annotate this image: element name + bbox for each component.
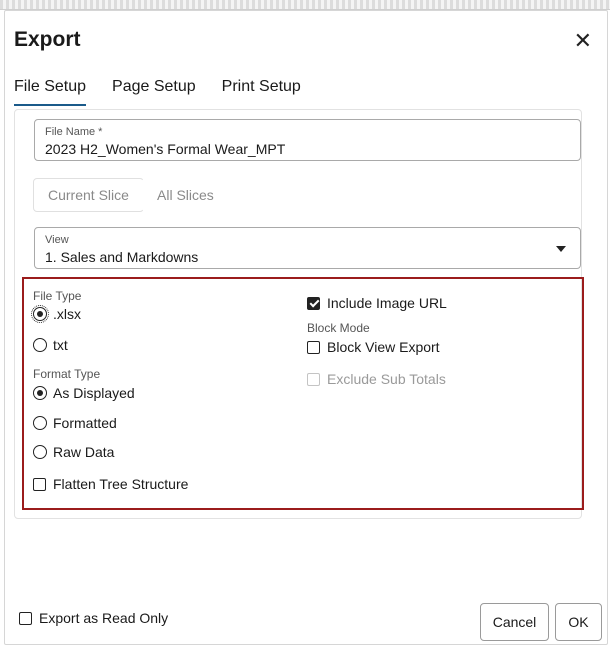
close-icon[interactable]: ✕	[574, 30, 592, 52]
exclude-sub-totals-label: Exclude Sub Totals	[327, 371, 446, 387]
format-formatted-option[interactable]: Formatted	[33, 415, 117, 431]
file-name-value: 2023 H2_Women's Formal Wear_MPT	[45, 141, 286, 157]
export-read-only-checkbox[interactable]: Export as Read Only	[19, 610, 168, 626]
file-name-label: File Name *	[45, 126, 103, 138]
chevron-down-icon	[556, 246, 566, 252]
radio-selected-icon[interactable]	[33, 386, 47, 400]
checkbox-empty-icon[interactable]	[19, 611, 32, 625]
exclude-sub-totals-checkbox: Exclude Sub Totals	[307, 371, 446, 387]
xlsx-label: .xlsx	[53, 306, 81, 322]
format-raw-data-option[interactable]: Raw Data	[33, 444, 114, 460]
view-label: View	[45, 234, 69, 246]
file-type-txt-option[interactable]: txt	[33, 337, 68, 353]
export-read-only-label: Export as Read Only	[39, 610, 169, 626]
checkbox-checked-icon[interactable]	[307, 296, 320, 310]
radio-empty-icon[interactable]	[33, 445, 47, 459]
include-image-url-checkbox[interactable]: Include Image URL	[307, 295, 447, 311]
tab-page-setup[interactable]: Page Setup	[112, 68, 196, 106]
radio-selected-icon[interactable]	[31, 305, 49, 323]
raw-data-label: Raw Data	[53, 444, 115, 460]
block-mode-label: Block Mode	[307, 321, 370, 335]
tab-print-setup[interactable]: Print Setup	[222, 68, 301, 106]
flatten-tree-checkbox[interactable]: Flatten Tree Structure	[33, 476, 188, 492]
txt-label: txt	[53, 337, 68, 353]
include-image-url-label: Include Image URL	[327, 295, 447, 311]
tab-bar: File Setup Page Setup Print Setup	[14, 68, 327, 106]
block-view-export-label: Block View Export	[327, 339, 440, 355]
background-strip	[0, 0, 610, 10]
file-type-xlsx-option[interactable]: .xlsx	[31, 305, 81, 323]
format-as-displayed-option[interactable]: As Displayed	[33, 385, 135, 401]
as-displayed-label: As Displayed	[53, 385, 135, 401]
checkbox-disabled-icon	[307, 372, 320, 386]
block-view-export-checkbox[interactable]: Block View Export	[307, 339, 440, 355]
all-slices-button[interactable]: All Slices	[142, 178, 229, 212]
file-type-label: File Type	[33, 289, 82, 303]
checkbox-empty-icon[interactable]	[33, 477, 46, 491]
format-type-label: Format Type	[33, 367, 101, 381]
dialog-title: Export	[14, 28, 81, 51]
file-name-field[interactable]: File Name * 2023 H2_Women's Formal Wear_…	[34, 119, 581, 161]
current-slice-button[interactable]: Current Slice	[33, 178, 144, 212]
view-value: 1. Sales and Markdowns	[45, 249, 199, 265]
checkbox-empty-icon[interactable]	[307, 340, 320, 354]
ok-button[interactable]: OK	[555, 603, 602, 641]
formatted-label: Formatted	[53, 415, 117, 431]
radio-empty-icon[interactable]	[33, 416, 47, 430]
radio-empty-icon[interactable]	[33, 338, 47, 352]
flatten-tree-label: Flatten Tree Structure	[53, 476, 189, 492]
view-select[interactable]: View 1. Sales and Markdowns	[34, 227, 581, 269]
cancel-button[interactable]: Cancel	[480, 603, 549, 641]
tab-file-setup[interactable]: File Setup	[14, 68, 87, 106]
